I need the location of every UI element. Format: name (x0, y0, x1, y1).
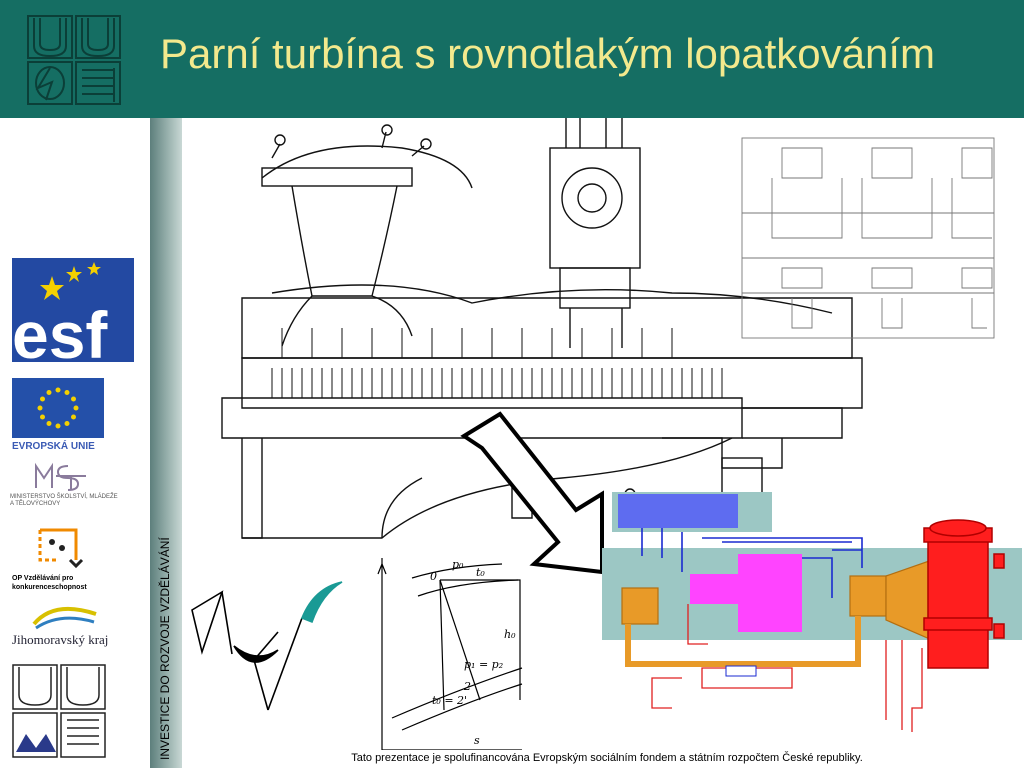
hs-label-point-0: 0 (430, 570, 437, 583)
op-vk-logo (30, 522, 90, 572)
header-bar: Parní turbína s rovnotlakým lopatkováním (0, 0, 1024, 118)
msmt-label: MINISTERSTVO ŠKOLSTVÍ, MLÁDEŽE A TĚLOVÝC… (10, 494, 118, 507)
footer-cofinancing-text: Tato prezentace je spolufinancována Evro… (351, 752, 863, 764)
hs-label-t0: t₀ (476, 566, 485, 579)
hs-diagram-labels: p₀ t₀ 0 h₀ p₁ = p₂ 2 t₀ = 2' s (430, 558, 516, 747)
hs-label-h0: h₀ (504, 628, 516, 641)
msmt-logo (30, 460, 90, 492)
slide-title: Parní turbína s rovnotlakým lopatkováním (160, 30, 936, 77)
power-plant-schematic (602, 492, 1022, 732)
region-label: Jihomoravský kraj (12, 632, 109, 647)
op-vk-label: OP Vzdělávání pro konkurenceschopnost (12, 575, 87, 591)
hs-label-point-2: 2 (463, 680, 471, 693)
eu-flag-logo (12, 378, 104, 438)
svg-text:esf: esf (12, 298, 108, 362)
vertical-investment-text: INVESTICE DO ROZVOJE VZDĚLÁVÁNÍ (158, 537, 172, 760)
esf-logo: esf (12, 258, 134, 372)
turbine-drawing-area: p₀ t₀ 0 h₀ p₁ = p₂ 2 t₀ = 2' s (182, 118, 1024, 755)
vut-logo (12, 664, 106, 758)
blade-detail-drawing (741, 137, 995, 339)
vut-header-logo (26, 14, 122, 106)
hs-label-t0-2prime: t₀ = 2' (432, 694, 467, 707)
hs-label-s: s (474, 734, 480, 747)
blade-velocity-sketch (191, 581, 343, 711)
hs-label-p0: p₀ (452, 558, 464, 571)
eu-label: EVROPSKÁ UNIE (12, 441, 95, 452)
hs-label-p1-p2: p₁ = p₂ (464, 658, 503, 671)
hs-diagram (377, 558, 523, 751)
jihomoravsky-kraj-logo (30, 600, 100, 630)
